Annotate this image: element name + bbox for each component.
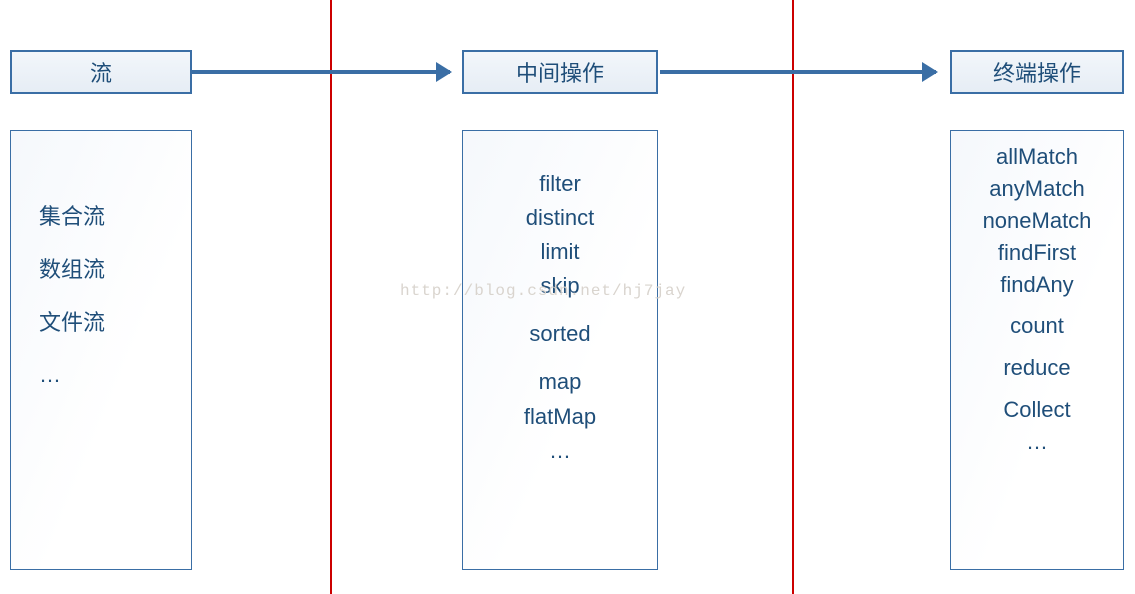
intermediate-item: flatMap [473, 400, 647, 434]
intermediate-item: skip [473, 269, 647, 303]
intermediate-item: limit [473, 235, 647, 269]
intermediate-item: map [473, 365, 647, 399]
source-item: 集合流 [39, 191, 181, 244]
intermediate-header: 中间操作 [462, 50, 658, 94]
intermediate-item: … [473, 434, 647, 468]
terminal-item: reduce [961, 352, 1113, 384]
terminal-item: noneMatch [961, 205, 1113, 237]
intermediate-item: distinct [473, 201, 647, 235]
intermediate-item: filter [473, 167, 647, 201]
source-item: … [39, 349, 181, 402]
arrow-intermediate-to-terminal [660, 70, 936, 74]
source-header: 流 [10, 50, 192, 94]
terminal-item: anyMatch [961, 173, 1113, 205]
terminal-item: findFirst [961, 237, 1113, 269]
terminal-item: allMatch [961, 141, 1113, 173]
terminal-item: count [961, 310, 1113, 342]
source-item: 数组流 [39, 244, 181, 297]
source-item: 文件流 [39, 297, 181, 350]
intermediate-body: filter distinct limit skip sorted map fl… [462, 130, 658, 570]
terminal-item: findAny [961, 269, 1113, 301]
terminal-body: allMatch anyMatch noneMatch findFirst fi… [950, 130, 1124, 570]
intermediate-item: sorted [473, 317, 647, 351]
terminal-header: 终端操作 [950, 50, 1124, 94]
divider-1 [330, 0, 332, 594]
divider-2 [792, 0, 794, 594]
terminal-item: Collect [961, 394, 1113, 426]
source-body: 集合流 数组流 文件流 … [10, 130, 192, 570]
arrow-source-to-intermediate [192, 70, 450, 74]
terminal-item: … [961, 426, 1113, 458]
